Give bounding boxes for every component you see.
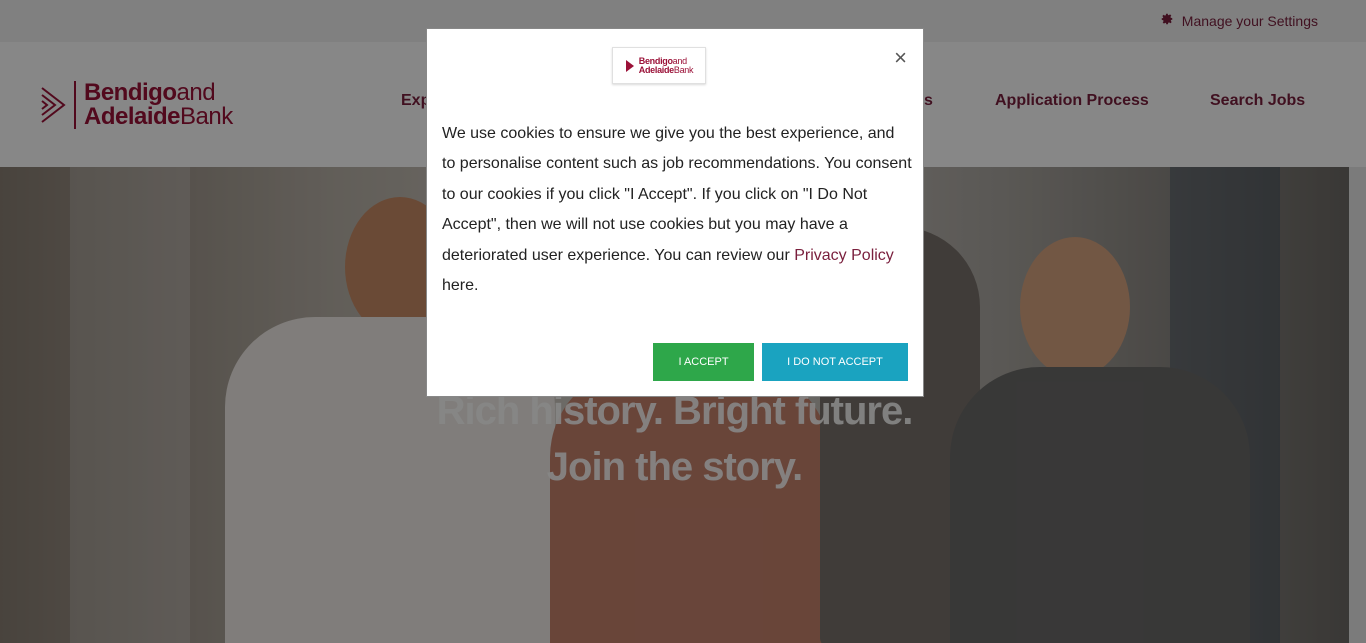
modal-logo-wordmark: Bendigoand AdelaideBank [638, 56, 694, 75]
cookie-message-tail: here. [442, 277, 479, 295]
close-icon[interactable]: × [894, 47, 907, 69]
cookie-consent-modal: Bendigoand AdelaideBank × We use cookies… [426, 28, 924, 397]
decline-cookies-button[interactable]: I DO NOT ACCEPT [762, 343, 908, 381]
modal-logo-text-bank: Bank [673, 64, 694, 75]
modal-logo-text-adelaide: Adelaide [638, 64, 674, 75]
cookie-message-text: We use cookies to ensure we give you the… [442, 125, 912, 264]
chevron-logo-icon [625, 59, 634, 72]
accept-cookies-button[interactable]: I ACCEPT [653, 343, 754, 381]
privacy-policy-link[interactable]: Privacy Policy [794, 247, 894, 264]
cookie-message: We use cookies to ensure we give you the… [442, 119, 912, 301]
modal-bank-logo: Bendigoand AdelaideBank [612, 47, 706, 84]
